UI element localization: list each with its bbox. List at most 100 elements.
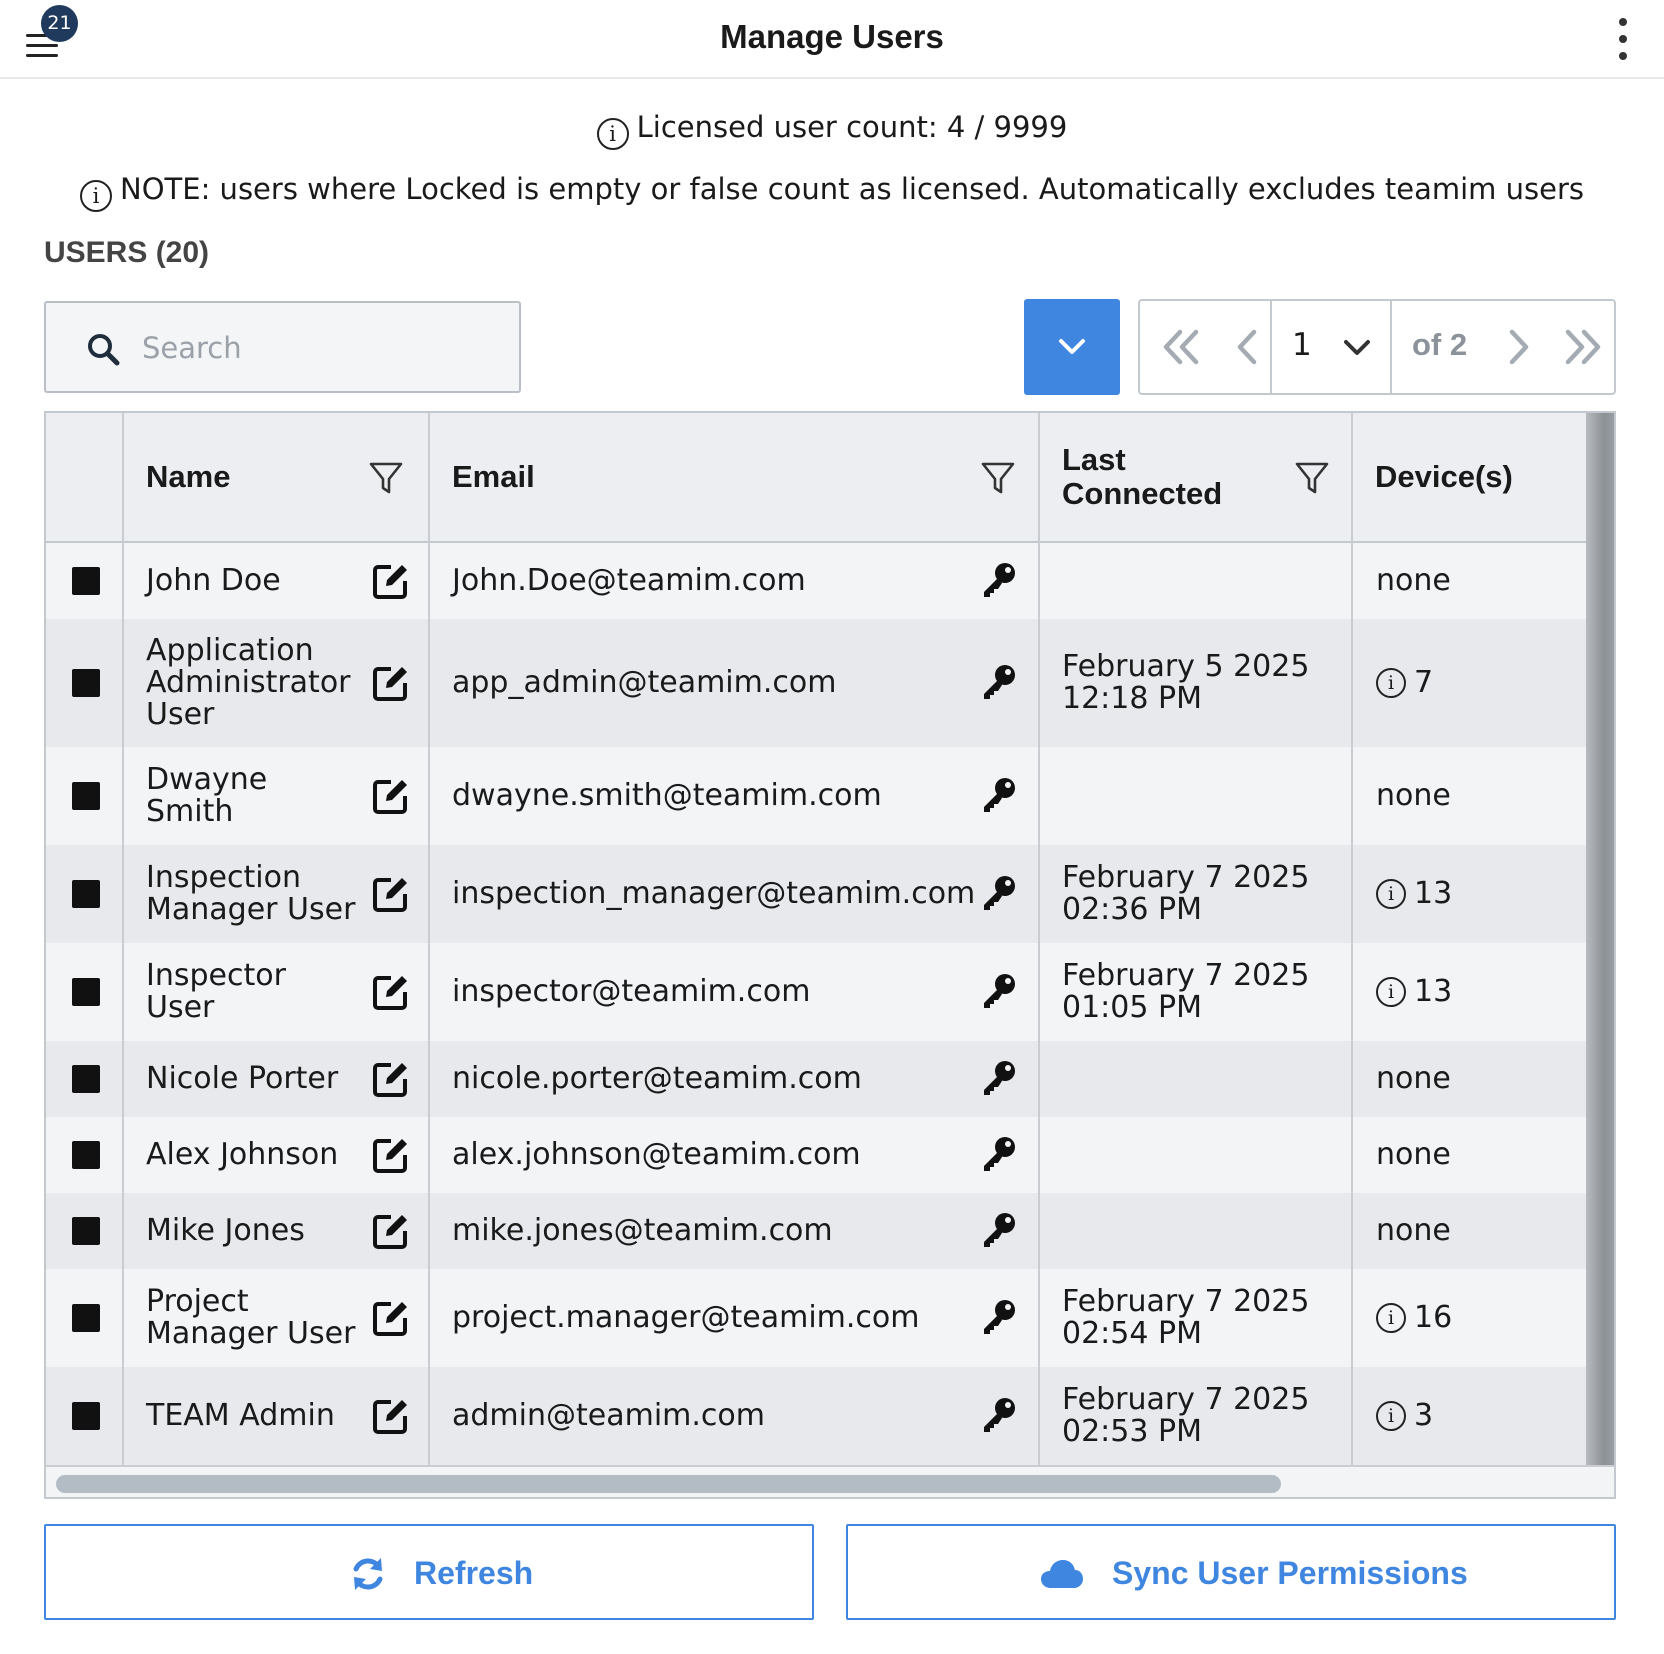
last-connected-value: February 7 2025 02:53 PM <box>1062 1382 1310 1449</box>
page-select[interactable]: 1 <box>1272 301 1390 393</box>
last-connected-cell: February 7 2025 02:36 PM <box>1062 845 1332 943</box>
last-connected-cell <box>1062 1041 1332 1117</box>
info-icon[interactable]: i <box>1376 977 1406 1007</box>
filter-icon[interactable] <box>980 460 1016 496</box>
chevrons-right-icon <box>1565 329 1601 365</box>
key-icon[interactable] <box>980 874 1018 912</box>
user-email: project.manager@teamim.com <box>452 1300 920 1335</box>
table-row[interactable]: Dwayne Smith dwayne.smith@teamim.com none <box>46 747 1586 845</box>
devices-cell: none <box>1376 543 1576 619</box>
sync-user-permissions-button[interactable]: Sync User Permissions <box>846 1524 1616 1620</box>
row-select-checkbox[interactable] <box>72 978 100 1006</box>
edit-icon[interactable] <box>371 561 411 601</box>
next-page-button[interactable] <box>1496 301 1542 393</box>
table-row[interactable]: Mike Jones mike.jones@teamim.com none <box>46 1193 1586 1269</box>
filter-icon[interactable] <box>368 460 404 496</box>
edit-icon[interactable] <box>371 1135 411 1175</box>
key-icon[interactable] <box>980 1059 1018 1097</box>
horizontal-scrollbar-thumb[interactable] <box>56 1475 1281 1493</box>
key-icon[interactable] <box>980 776 1018 814</box>
row-select-checkbox[interactable] <box>72 567 100 595</box>
key-icon[interactable] <box>980 1135 1018 1173</box>
devices-cell: none <box>1376 1117 1576 1193</box>
table-row[interactable]: Application Administrator User app_admin@… <box>46 619 1586 747</box>
chevrons-left-icon <box>1163 329 1199 365</box>
devices-value: none <box>1376 1061 1451 1096</box>
last-connected-column-header[interactable]: Last Connected <box>1038 413 1351 541</box>
edit-icon[interactable] <box>371 1059 411 1099</box>
table-row[interactable]: Nicole Porter nicole.porter@teamim.com non… <box>46 1041 1586 1117</box>
search-input[interactable] <box>142 321 502 375</box>
license-note-info: i NOTE: users where Locked is empty or fa… <box>0 172 1664 212</box>
edit-icon[interactable] <box>371 1396 411 1436</box>
user-name-cell: Inspector User <box>146 943 361 1041</box>
user-email: alex.johnson@teamim.com <box>452 1137 861 1172</box>
row-select-checkbox[interactable] <box>72 1304 100 1332</box>
previous-page-button[interactable] <box>1220 301 1268 393</box>
edit-icon[interactable] <box>371 972 411 1012</box>
devices-value: none <box>1376 778 1451 813</box>
first-page-button[interactable] <box>1154 301 1212 393</box>
row-select-checkbox[interactable] <box>72 782 100 810</box>
page-title: Manage Users <box>720 18 944 55</box>
app-header: 21 Manage Users <box>0 0 1664 79</box>
email-column-header[interactable]: Email <box>428 413 1038 541</box>
row-select-checkbox[interactable] <box>72 1217 100 1245</box>
cloud-icon <box>1041 1560 1083 1588</box>
devices-cell: i 16 <box>1376 1269 1576 1367</box>
refresh-button[interactable]: Refresh <box>44 1524 814 1620</box>
search-icon <box>88 334 120 366</box>
user-email-cell: John.Doe@teamim.com <box>452 543 972 619</box>
row-select-checkbox[interactable] <box>72 1402 100 1430</box>
edit-icon[interactable] <box>371 874 411 914</box>
row-select-checkbox[interactable] <box>72 669 100 697</box>
row-select-checkbox[interactable] <box>72 1141 100 1169</box>
table-row[interactable]: Inspection Manager User inspection_manage… <box>46 845 1586 943</box>
options-dropdown-button[interactable] <box>1024 299 1120 395</box>
more-options-button[interactable] <box>1606 16 1640 62</box>
info-icon[interactable]: i <box>1376 879 1406 909</box>
search-field[interactable] <box>44 301 521 393</box>
edit-icon[interactable] <box>371 1211 411 1251</box>
refresh-icon <box>353 1558 383 1590</box>
table-row[interactable]: TEAM Admin admin@teamim.com February 7 202… <box>46 1367 1586 1465</box>
license-count-info: i Licensed user count: 4 / 9999 <box>0 110 1664 150</box>
key-icon[interactable] <box>980 1211 1018 1249</box>
last-connected-cell <box>1062 543 1332 619</box>
devices-cell: none <box>1376 747 1576 845</box>
info-icon[interactable]: i <box>1376 668 1406 698</box>
devices-value: 7 <box>1414 665 1434 700</box>
devices-value: none <box>1376 1137 1451 1172</box>
user-email-cell: dwayne.smith@teamim.com <box>452 747 972 845</box>
key-icon[interactable] <box>980 561 1018 599</box>
filter-icon[interactable] <box>1294 460 1330 496</box>
last-connected-column-label: Last Connected <box>1062 442 1223 511</box>
devices-cell: i7 <box>1376 619 1576 747</box>
name-column-header[interactable]: Name <box>122 413 428 541</box>
info-icon[interactable]: i <box>1376 1303 1406 1333</box>
user-email: inspector@teamim.com <box>452 974 811 1009</box>
vertical-scrollbar[interactable] <box>1586 413 1614 1465</box>
table-row[interactable]: John Doe John.Doe@teamim.com none <box>46 543 1586 619</box>
row-select-checkbox[interactable] <box>72 1065 100 1093</box>
current-page-value: 1 <box>1292 327 1312 363</box>
key-icon[interactable] <box>980 1298 1018 1336</box>
table-row[interactable]: Alex Johnson alex.johnson@teamim.com none <box>46 1117 1586 1193</box>
users-table: Name Email Last Connected Device(s) John… <box>44 411 1616 1499</box>
table-row[interactable]: Inspector User inspector@teamim.com Februa… <box>46 943 1586 1041</box>
edit-icon[interactable] <box>371 776 411 816</box>
edit-icon[interactable] <box>371 1298 411 1338</box>
user-name: Inspection Manager User <box>146 860 356 927</box>
users-count-heading: USERS (20) <box>44 236 210 269</box>
table-row[interactable]: Project Manager User project.manager@team… <box>46 1269 1586 1367</box>
key-icon[interactable] <box>980 972 1018 1010</box>
devices-column-header[interactable]: Device(s) <box>1351 413 1586 541</box>
key-icon[interactable] <box>980 663 1018 701</box>
row-select-checkbox[interactable] <box>72 880 100 908</box>
key-icon[interactable] <box>980 1396 1018 1434</box>
last-page-button[interactable] <box>1550 301 1610 393</box>
devices-value: 16 <box>1414 1300 1453 1335</box>
horizontal-scrollbar[interactable] <box>46 1465 1614 1497</box>
edit-icon[interactable] <box>371 663 411 703</box>
info-icon[interactable]: i <box>1376 1401 1406 1431</box>
